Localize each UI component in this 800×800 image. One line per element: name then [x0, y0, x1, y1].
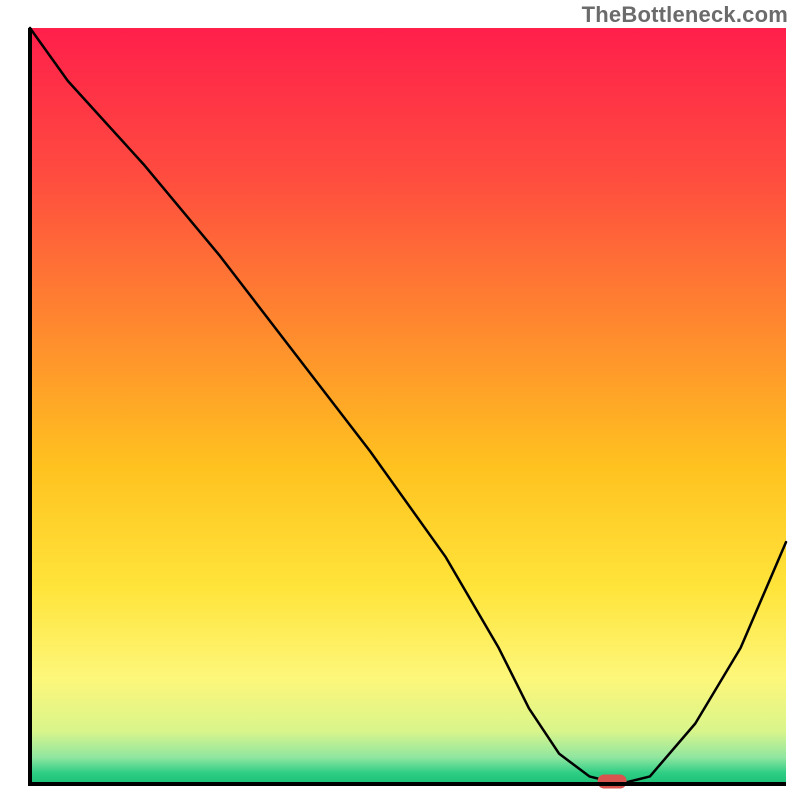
bottleneck-chart [0, 0, 800, 800]
watermark-text: TheBottleneck.com [582, 2, 788, 28]
chart-container: TheBottleneck.com [0, 0, 800, 800]
minimum-marker [598, 775, 626, 788]
plot-background [30, 28, 786, 784]
